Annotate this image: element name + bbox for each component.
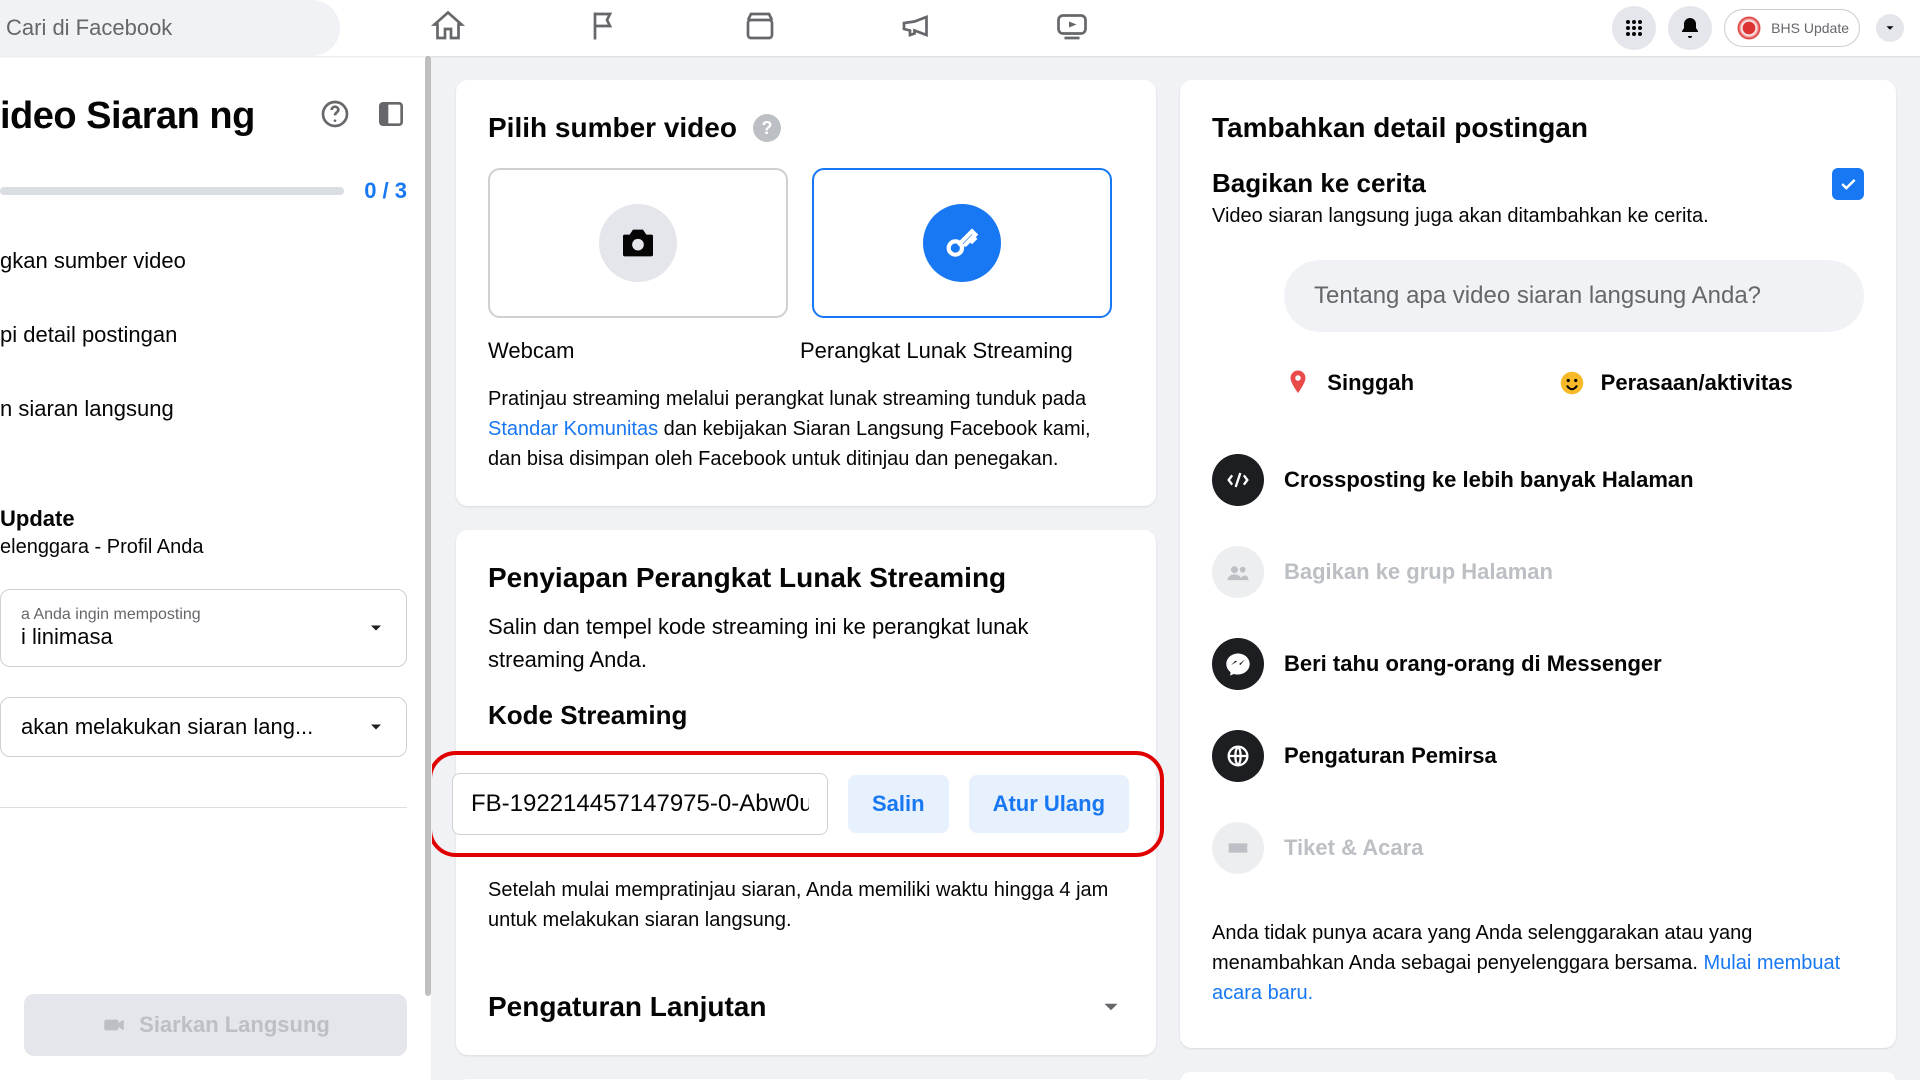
profile-chip[interactable]: BHS Update — [1724, 9, 1860, 47]
sidebar-scrollbar[interactable] — [425, 56, 431, 970]
help-icon[interactable] — [319, 98, 351, 135]
events-text: Anda tidak punya acara yang Anda selengg… — [1212, 918, 1864, 1008]
policy-text: Pratinjau streaming melalui perangkat lu… — [488, 384, 1124, 474]
share-story-checkbox[interactable] — [1832, 168, 1864, 200]
video-source-title: Pilih sumber video — [488, 112, 737, 144]
progress-text: 0 / 3 — [364, 178, 407, 204]
crosspost-option[interactable]: Crossposting ke lebih banyak Halaman — [1212, 434, 1864, 526]
stream-key-label: Kode Streaming — [488, 700, 1124, 731]
advanced-settings-toggle[interactable]: Pengaturan Lanjutan — [488, 991, 1124, 1023]
camera-icon — [618, 223, 658, 263]
source-webcam[interactable] — [488, 168, 788, 318]
chevron-down-icon — [366, 717, 386, 737]
copy-button[interactable]: Salin — [848, 775, 949, 833]
help-icon[interactable]: ? — [753, 114, 781, 142]
reset-button[interactable]: Atur Ulang — [969, 775, 1129, 833]
chevron-down-icon — [1098, 994, 1124, 1020]
audience-option[interactable]: Pengaturan Pemirsa — [1212, 710, 1864, 802]
source-webcam-label: Webcam — [488, 338, 776, 364]
post-details-card: Tambahkan detail postingan Bagikan ke ce… — [1180, 80, 1896, 1048]
source-streaming-software[interactable] — [812, 168, 1112, 318]
advanced-settings-label: Pengaturan Lanjutan — [488, 991, 766, 1023]
go-live-label: Siarkan Langsung — [139, 1012, 330, 1038]
flag-icon[interactable] — [586, 8, 622, 49]
watch-icon[interactable] — [1054, 8, 1090, 49]
messenger-icon — [1224, 650, 1252, 678]
sidebar-divider — [0, 807, 407, 808]
apps-icon[interactable] — [1612, 6, 1656, 50]
home-icon[interactable] — [430, 8, 466, 49]
sidebar-title: ideo Siaran ng — [0, 96, 255, 138]
group-icon — [1224, 558, 1252, 586]
nav-center — [340, 8, 1612, 49]
search-input[interactable]: Cari di Facebook — [0, 0, 340, 56]
avatar-icon — [1735, 14, 1763, 42]
smile-icon — [1557, 368, 1587, 398]
video-source-card: Pilih sumber video ? Webcam Perangkat Lu… — [456, 80, 1156, 506]
dropdown-1-value: i linimasa — [21, 624, 201, 650]
source-software-label: Perangkat Lunak Streaming — [800, 338, 1088, 364]
camera-icon — [101, 1012, 127, 1038]
avatar-label: BHS Update — [1771, 20, 1849, 36]
setup-title: Penyiapan Perangkat Lunak Streaming — [488, 562, 1124, 594]
about-input[interactable]: Tentang apa video siaran langsung Anda? — [1284, 260, 1864, 332]
tickets-events-option: Tiket & Acara — [1212, 802, 1864, 894]
chevron-down-icon — [366, 618, 386, 638]
setup-note: Setelah mulai mempratinjau siaran, Anda … — [488, 875, 1124, 935]
profile-sub: elenggara - Profil Anda — [0, 536, 407, 559]
next-card-peek — [1180, 1072, 1896, 1080]
post-destination-dropdown[interactable]: a Anda ingin memposting i linimasa — [0, 589, 407, 667]
profile-name: Update — [0, 506, 407, 532]
stream-key-input[interactable] — [452, 773, 828, 835]
dropdown-2-value: akan melakukan siaran lang... — [21, 714, 313, 740]
community-standards-link[interactable]: Standar Komunitas — [488, 418, 658, 440]
stream-key-highlight: Salin Atur Ulang — [432, 751, 1164, 857]
main-content: Pilih sumber video ? Webcam Perangkat Lu… — [432, 56, 1920, 1080]
notifications-icon[interactable] — [1668, 6, 1712, 50]
checklist-item-3[interactable]: n siaran langsung — [0, 372, 431, 446]
topbar: Cari di Facebook BHS Update — [0, 0, 1920, 56]
checklist-item-2[interactable]: pi detail postingan — [0, 298, 431, 372]
account-menu-icon[interactable] — [1876, 14, 1904, 42]
ticket-icon — [1224, 834, 1252, 862]
nav-right: BHS Update — [1612, 6, 1920, 50]
shop-icon[interactable] — [742, 8, 778, 49]
go-live-button[interactable]: Siarkan Langsung — [24, 994, 407, 1056]
megaphone-icon[interactable] — [898, 8, 934, 49]
share-story-desc: Video siaran langsung juga akan ditambah… — [1212, 205, 1709, 228]
share-group-option: Bagikan ke grup Halaman — [1212, 526, 1864, 618]
pin-icon — [1283, 368, 1313, 398]
key-icon — [942, 223, 982, 263]
setup-desc: Salin dan tempel kode streaming ini ke p… — [488, 610, 1068, 676]
post-details-title: Tambahkan detail postingan — [1212, 112, 1864, 144]
share-story-title: Bagikan ke cerita — [1212, 168, 1709, 199]
streaming-setup-card: Penyiapan Perangkat Lunak Streaming Sali… — [456, 530, 1156, 1055]
schedule-dropdown[interactable]: akan melakukan siaran lang... — [0, 697, 407, 757]
messenger-option[interactable]: Beri tahu orang-orang di Messenger — [1212, 618, 1864, 710]
checklist-item-1[interactable]: gkan sumber video — [0, 224, 431, 298]
feeling-button[interactable]: Perasaan/aktivitas — [1557, 368, 1793, 398]
checkin-button[interactable]: Singgah — [1283, 368, 1414, 398]
globe-icon — [1224, 742, 1252, 770]
progress-bar — [0, 187, 344, 195]
check-icon — [1838, 174, 1858, 194]
dropdown-1-label: a Anda ingin memposting — [21, 606, 201, 624]
panel-icon[interactable] — [375, 98, 407, 135]
crosspost-icon — [1224, 466, 1252, 494]
sidebar: ideo Siaran ng 0 / 3 gkan sumber video p… — [0, 56, 432, 1080]
